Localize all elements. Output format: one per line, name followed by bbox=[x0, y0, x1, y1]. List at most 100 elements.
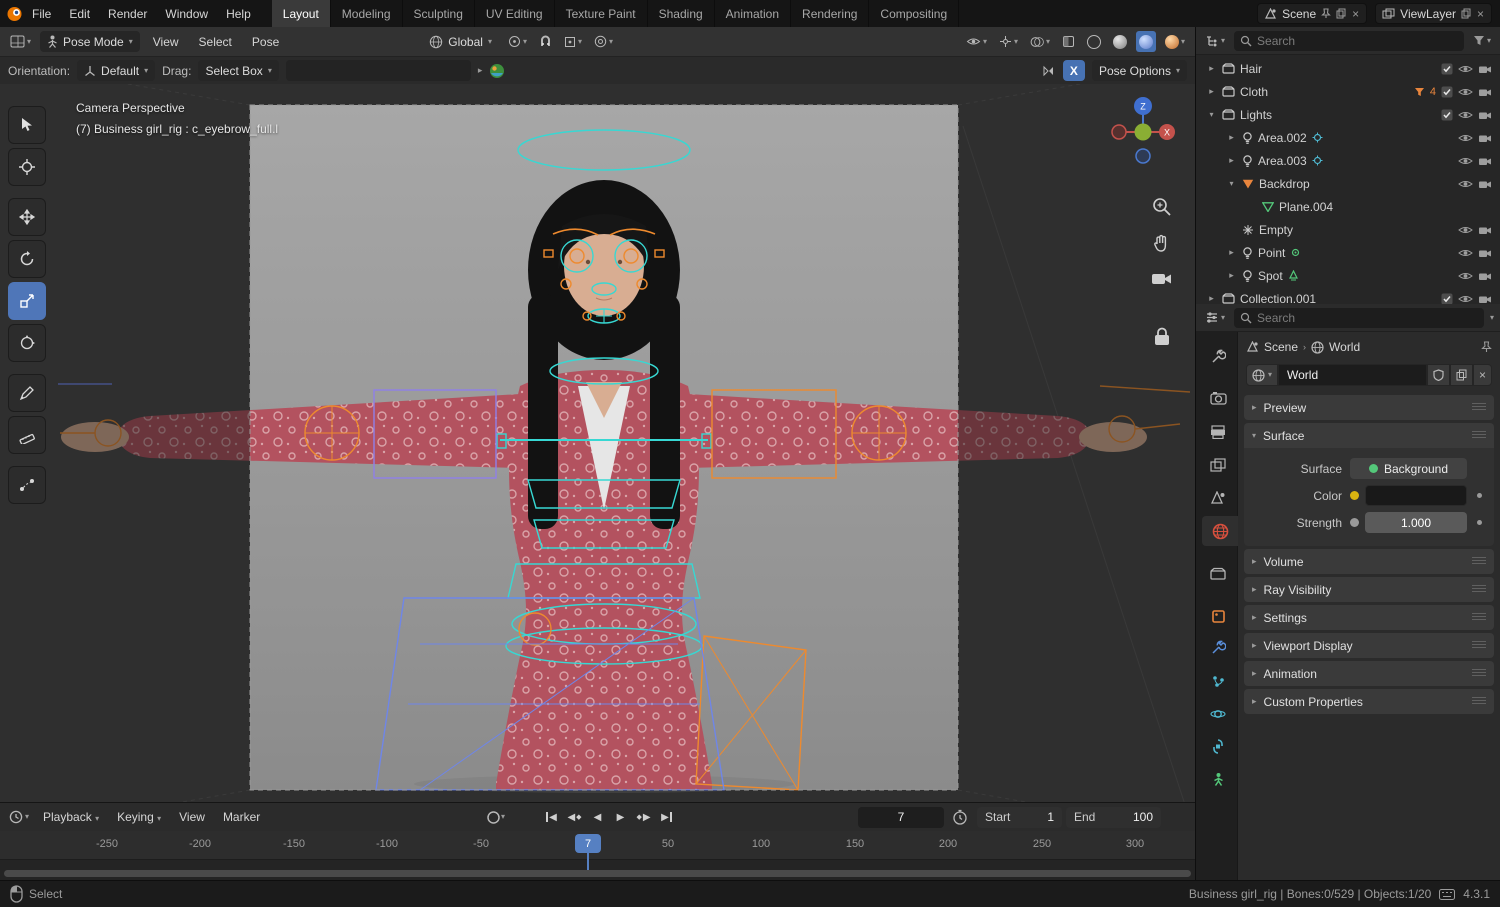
tool-rotate[interactable] bbox=[8, 240, 46, 278]
timeline-ruler[interactable]: -250 -200 -150 -100 -50 50 100 150 200 2… bbox=[0, 831, 1195, 880]
camera-view-icon[interactable] bbox=[1151, 270, 1173, 287]
tab-particle-properties[interactable] bbox=[1200, 666, 1236, 696]
outliner-row-spot[interactable]: ▸ Spot bbox=[1196, 264, 1500, 287]
shading-material-button[interactable] bbox=[1135, 31, 1156, 52]
viewport-canvas[interactable] bbox=[0, 84, 1195, 802]
browse-world-button[interactable]: ▾ bbox=[1246, 364, 1279, 386]
workspace-tab-rendering[interactable]: Rendering bbox=[791, 0, 870, 27]
shading-rendered-dropdown[interactable]: ▾ bbox=[1162, 31, 1188, 52]
properties-search-input[interactable] bbox=[1257, 310, 1478, 325]
play-reverse-button[interactable]: ◀ bbox=[587, 807, 608, 828]
scene-selector[interactable]: Scene × bbox=[1257, 3, 1368, 24]
blender-logo-icon[interactable] bbox=[6, 5, 23, 22]
animate-dot[interactable] bbox=[1472, 493, 1486, 498]
workspace-tab-sculpting[interactable]: Sculpting bbox=[403, 0, 475, 27]
jump-to-start-button[interactable]: ◀ bbox=[541, 807, 562, 828]
tool-settings-field[interactable] bbox=[285, 60, 471, 81]
chevron-right-icon[interactable]: ▸ bbox=[1206, 64, 1217, 73]
hide-eye-icon[interactable] bbox=[1458, 179, 1473, 189]
tool-preview-ball-icon[interactable] bbox=[489, 63, 505, 79]
xray-toggle[interactable] bbox=[1059, 31, 1078, 52]
tab-tool-properties[interactable] bbox=[1200, 342, 1236, 372]
panel-grip-icon[interactable] bbox=[1472, 669, 1486, 678]
outliner-row-collection-001[interactable]: ▸ Collection.001 bbox=[1196, 287, 1500, 304]
tab-physics-properties[interactable] bbox=[1200, 699, 1236, 729]
timeline-editor-type-button[interactable]: ▾ bbox=[6, 807, 32, 828]
x-axis-mirror-toggle[interactable]: X bbox=[1062, 60, 1085, 81]
exclude-checkbox[interactable] bbox=[1441, 293, 1453, 305]
hide-eye-icon[interactable] bbox=[1458, 110, 1473, 120]
hide-eye-icon[interactable] bbox=[1458, 64, 1473, 74]
tool-cursor[interactable] bbox=[8, 148, 46, 186]
zoom-icon[interactable] bbox=[1151, 196, 1173, 218]
exclude-checkbox[interactable] bbox=[1441, 86, 1453, 98]
chevron-down-icon[interactable]: ▾ bbox=[1206, 110, 1217, 119]
properties-options-icon[interactable]: ▾ bbox=[1490, 313, 1494, 322]
panel-grip-icon[interactable] bbox=[1472, 403, 1486, 412]
chevron-down-icon[interactable]: ▾ bbox=[1226, 179, 1237, 188]
disable-render-camera-icon[interactable] bbox=[1478, 133, 1492, 143]
surface-shader-button[interactable]: Background bbox=[1350, 458, 1467, 479]
pose-options-dropdown[interactable]: Pose Options ▾ bbox=[1091, 60, 1187, 81]
menu-viewport-pose[interactable]: Pose bbox=[245, 32, 286, 52]
panel-grip-icon[interactable] bbox=[1472, 431, 1486, 440]
new-scene-icon[interactable] bbox=[1336, 8, 1346, 19]
hide-eye-icon[interactable] bbox=[1458, 294, 1473, 304]
panel-ray-visibility-header[interactable]: ▸ Ray Visibility bbox=[1244, 577, 1494, 602]
expand-tool-options-icon[interactable]: ▸ bbox=[478, 66, 483, 75]
prev-keyframe-button[interactable]: ◀ ◆ bbox=[564, 807, 585, 828]
outliner-row-backdrop[interactable]: ▾ Backdrop bbox=[1196, 172, 1500, 195]
menu-edit[interactable]: Edit bbox=[60, 3, 99, 25]
workspace-tab-texture-paint[interactable]: Texture Paint bbox=[555, 0, 648, 27]
outliner-row-area-002[interactable]: ▸ Area.002 bbox=[1196, 126, 1500, 149]
outliner-row-point[interactable]: ▸ Point bbox=[1196, 241, 1500, 264]
menu-viewport-select[interactable]: Select bbox=[192, 32, 239, 52]
panel-grip-icon[interactable] bbox=[1472, 641, 1486, 650]
gizmos-dropdown[interactable]: ▾ bbox=[996, 31, 1021, 52]
overlays-dropdown[interactable]: ▾ bbox=[1027, 31, 1053, 52]
auto-keying-toggle[interactable]: ▾ bbox=[486, 807, 505, 828]
tab-object-properties[interactable] bbox=[1200, 601, 1236, 631]
outliner-row-plane-004[interactable]: Plane.004 bbox=[1196, 195, 1500, 218]
panel-preview-header[interactable]: ▸ Preview bbox=[1244, 395, 1494, 420]
outliner-row-hair[interactable]: ▸ Hair bbox=[1196, 57, 1500, 80]
workspace-tab-modeling[interactable]: Modeling bbox=[331, 0, 403, 27]
navigation-gizmo[interactable]: Z X bbox=[1105, 92, 1181, 168]
menu-playback[interactable]: Playback ▾ bbox=[36, 807, 106, 827]
menu-help[interactable]: Help bbox=[217, 3, 260, 25]
menu-viewport-view[interactable]: View bbox=[146, 32, 186, 52]
disable-render-camera-icon[interactable] bbox=[1478, 271, 1492, 281]
proportional-editing-dropdown[interactable]: ▾ bbox=[591, 31, 616, 52]
outliner-item-label[interactable]: Collection.001 bbox=[1240, 292, 1316, 305]
lock-icon[interactable] bbox=[1153, 326, 1171, 347]
disable-render-camera-icon[interactable] bbox=[1478, 248, 1492, 258]
disable-render-camera-icon[interactable] bbox=[1478, 294, 1492, 304]
new-viewlayer-icon[interactable] bbox=[1461, 8, 1471, 19]
panel-grip-icon[interactable] bbox=[1472, 585, 1486, 594]
tool-annotate[interactable] bbox=[8, 374, 46, 412]
tab-collection-properties[interactable] bbox=[1200, 558, 1236, 588]
shading-wireframe-button[interactable] bbox=[1084, 31, 1104, 52]
breadcrumb-world[interactable]: World bbox=[1329, 340, 1360, 354]
breadcrumb-scene[interactable]: Scene bbox=[1264, 340, 1298, 354]
chevron-right-icon[interactable]: ▸ bbox=[1206, 294, 1217, 303]
tab-viewlayer-properties[interactable] bbox=[1200, 450, 1236, 480]
outliner-search-input[interactable] bbox=[1257, 33, 1458, 48]
menu-window[interactable]: Window bbox=[156, 3, 217, 25]
disable-render-camera-icon[interactable] bbox=[1478, 179, 1492, 189]
copy-datablock-button[interactable] bbox=[1449, 364, 1473, 386]
shading-solid-button[interactable] bbox=[1110, 31, 1130, 52]
pivot-point-dropdown[interactable]: ▾ bbox=[505, 31, 530, 52]
play-button[interactable]: ▶ bbox=[610, 807, 631, 828]
chevron-right-icon[interactable]: ▸ bbox=[1226, 133, 1237, 142]
tab-data-properties[interactable] bbox=[1200, 764, 1236, 794]
menu-render[interactable]: Render bbox=[99, 3, 156, 25]
tab-output-properties[interactable] bbox=[1200, 417, 1236, 447]
properties-search[interactable] bbox=[1234, 307, 1484, 328]
outliner-row-lights[interactable]: ▾ Lights bbox=[1196, 103, 1500, 126]
tool-select-box[interactable] bbox=[8, 106, 46, 144]
gizmo-x-neg-axis[interactable] bbox=[1111, 124, 1127, 140]
tool-pose-breakdowner[interactable] bbox=[8, 466, 46, 504]
hide-eye-icon[interactable] bbox=[1458, 156, 1473, 166]
workspace-tab-animation[interactable]: Animation bbox=[715, 0, 792, 27]
